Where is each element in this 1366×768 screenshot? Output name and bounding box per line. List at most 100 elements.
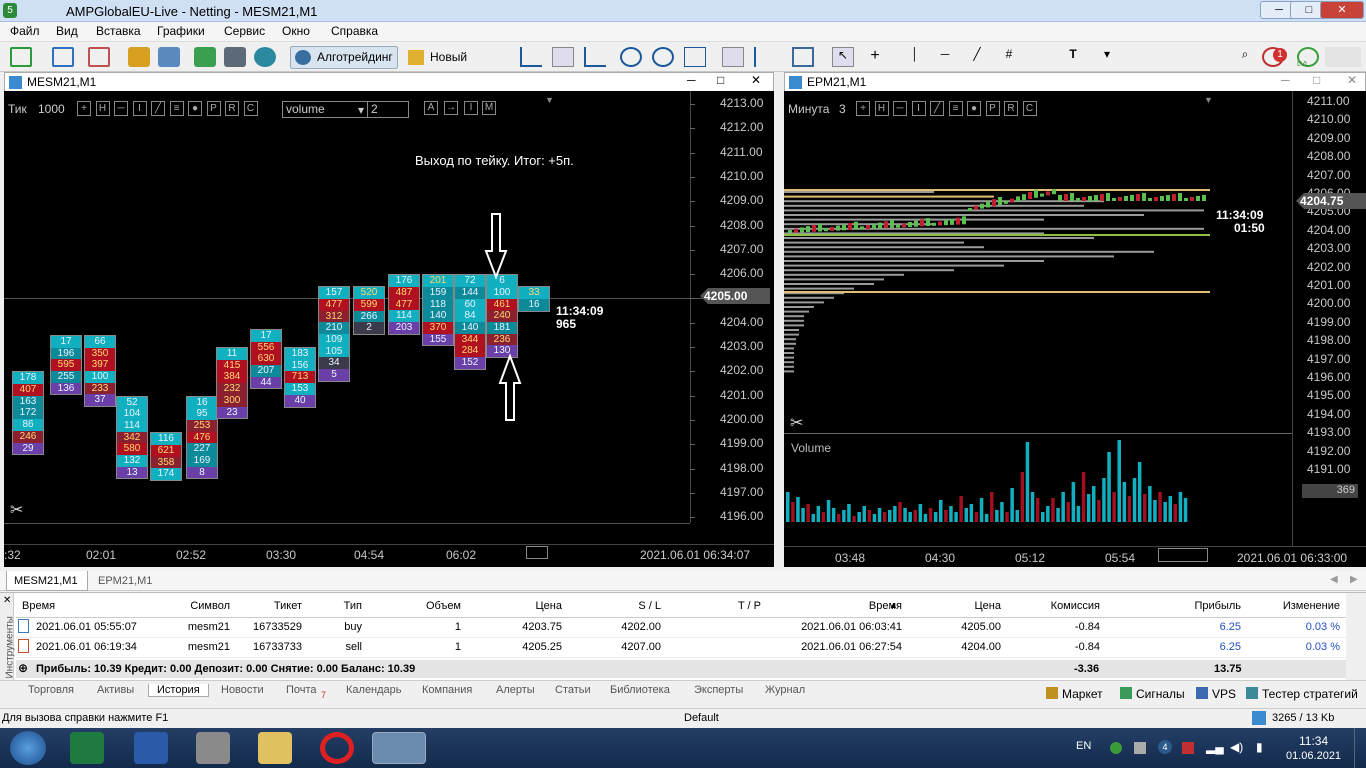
ctl-r-icon[interactable]: R: [1004, 101, 1018, 116]
menu-view[interactable]: Вид: [56, 24, 78, 38]
ctl-line-icon[interactable]: ─: [114, 101, 128, 116]
column-header[interactable]: T / P: [738, 600, 761, 612]
column-header[interactable]: S / L: [638, 600, 661, 612]
bottom-tab[interactable]: Активы: [97, 684, 134, 696]
signals-icon[interactable]: [1120, 687, 1132, 699]
time-scroll-box[interactable]: [1158, 548, 1208, 562]
ctl-plus-icon[interactable]: +: [77, 101, 91, 116]
right-chart-minimize[interactable]: ─: [1281, 73, 1290, 87]
collapse-arrow-icon[interactable]: ▼: [545, 95, 554, 105]
navigator-icon[interactable]: [158, 47, 180, 67]
security-icon[interactable]: [1110, 742, 1122, 754]
ctl-r-icon[interactable]: R: [225, 101, 239, 116]
ctl-a[interactable]: A: [424, 101, 438, 115]
show-desktop-button[interactable]: [1354, 728, 1366, 768]
bottom-tab[interactable]: История: [148, 684, 209, 697]
search-icon[interactable]: ⌕: [1234, 47, 1256, 67]
tab-epm21[interactable]: EPM21,M1: [98, 575, 152, 587]
horizontal-line-icon[interactable]: ─: [934, 47, 956, 67]
collapse-arrow-icon[interactable]: ▼: [1204, 95, 1213, 105]
autoscroll-icon[interactable]: [722, 47, 744, 67]
market-icon[interactable]: [1046, 687, 1058, 699]
left-chart-close[interactable]: ✕: [751, 73, 761, 87]
bar-chart-icon[interactable]: [520, 47, 542, 67]
bottom-tab[interactable]: Почта: [286, 684, 317, 696]
text-icon[interactable]: T: [1062, 47, 1084, 67]
equidistant-channel-icon[interactable]: #: [998, 47, 1020, 67]
column-header[interactable]: Тип: [344, 600, 362, 612]
bottom-tab[interactable]: Календарь: [346, 684, 402, 696]
battery-icon[interactable]: ▮: [1256, 740, 1263, 754]
start-button[interactable]: [10, 731, 46, 765]
bottom-tab[interactable]: Библиотека: [610, 684, 670, 696]
trendline-icon[interactable]: ╱: [966, 47, 988, 67]
tile-windows-icon[interactable]: [684, 47, 706, 67]
ctl-p-icon[interactable]: P: [985, 101, 1000, 116]
bottom-tab[interactable]: Новости: [221, 684, 264, 696]
left-chart-maximize[interactable]: □: [717, 73, 724, 87]
shapes-icon[interactable]: ▾: [1096, 47, 1118, 67]
tools-icon[interactable]: ✂: [10, 500, 23, 520]
column-header[interactable]: Изменение: [1283, 600, 1340, 612]
network-warning-icon[interactable]: [1182, 742, 1194, 754]
calculator-icon[interactable]: [196, 732, 230, 764]
left-chart[interactable]: Тик 1000 + H ─ I ╱ ≡ ● P R C volume ▾ 2 A → I M ▼ …: [4, 91, 774, 567]
word-icon[interactable]: [134, 732, 168, 764]
ctl-lines-icon[interactable]: ≡: [169, 101, 184, 116]
market-watch-icon[interactable]: [194, 47, 216, 67]
zoom-out-icon[interactable]: [652, 47, 674, 67]
bottom-right-link[interactable]: Тестер стратегий: [1262, 687, 1358, 701]
connection-icon[interactable]: [1252, 711, 1266, 725]
ctl-c-icon[interactable]: C: [1022, 101, 1037, 116]
crosshair-icon[interactable]: +: [864, 47, 886, 67]
table-scrollbar[interactable]: [1346, 593, 1366, 681]
menu-charts[interactable]: Графики: [157, 24, 205, 38]
terminal-icon[interactable]: [224, 47, 246, 67]
menu-window[interactable]: Окно: [282, 24, 310, 38]
new-chart-icon[interactable]: [10, 47, 32, 67]
network-device-icon[interactable]: [1134, 742, 1146, 754]
ctl-m[interactable]: M: [482, 101, 496, 115]
profiles-icon[interactable]: [52, 47, 74, 67]
bottom-tab[interactable]: Эксперты: [694, 684, 743, 696]
right-chart[interactable]: Минута 3 + H ─ I ╱ ≡ ● P R C ▼ 4211.00 4210.00 4209…: [784, 91, 1366, 567]
left-chart-minimize[interactable]: ─: [687, 73, 696, 87]
bottom-tab[interactable]: Статьи: [555, 684, 591, 696]
cursor-icon[interactable]: ↖: [832, 47, 854, 67]
strategy-tester-icon[interactable]: [254, 47, 276, 67]
menu-file[interactable]: Файл: [10, 24, 40, 38]
explorer-icon[interactable]: [258, 732, 292, 764]
excel-icon[interactable]: [70, 732, 104, 764]
ctl-c-icon[interactable]: C: [243, 101, 258, 116]
ctl-i[interactable]: I: [464, 101, 478, 115]
bottom-right-link[interactable]: Маркет: [1062, 687, 1103, 701]
column-header[interactable]: Символ: [190, 600, 230, 612]
metatrader-icon[interactable]: [372, 732, 426, 764]
ctl-line-icon[interactable]: ─: [893, 101, 907, 116]
ctl-dot-icon[interactable]: ●: [967, 101, 981, 116]
bottom-tab[interactable]: Журнал: [765, 684, 805, 696]
signal-icon[interactable]: ▂▄: [1206, 740, 1224, 754]
volume-dropdown[interactable]: volume ▾: [282, 101, 368, 118]
column-header[interactable]: Цена: [536, 600, 562, 612]
candlestick-icon[interactable]: [552, 47, 574, 67]
ctl-lines-icon[interactable]: ≡: [948, 101, 963, 116]
column-header[interactable]: Прибыль: [1194, 600, 1241, 612]
tab-mesm21[interactable]: MESM21,M1: [6, 571, 88, 591]
ctl-i-beam-icon[interactable]: I: [911, 101, 926, 116]
ctl-ray-icon[interactable]: ╱: [930, 101, 944, 116]
bottom-tab[interactable]: Торговля: [28, 684, 74, 696]
bottom-tab[interactable]: Алерты: [496, 684, 535, 696]
ctl-dot-icon[interactable]: ●: [188, 101, 202, 116]
volume-icon[interactable]: ◀): [1230, 740, 1243, 754]
bottom-right-link[interactable]: VPS: [1212, 687, 1236, 701]
data-window-icon[interactable]: [128, 47, 150, 67]
opera-icon[interactable]: [320, 732, 354, 764]
algotrading-button[interactable]: Алготрейдинг: [290, 46, 398, 69]
tools-icon[interactable]: ✂: [790, 413, 803, 433]
right-chart-close[interactable]: ✕: [1347, 73, 1357, 87]
vps-icon[interactable]: [1196, 687, 1208, 699]
column-header[interactable]: Цена: [975, 600, 1001, 612]
menu-help[interactable]: Справка: [331, 24, 378, 38]
ctl-h-icon[interactable]: H: [95, 101, 110, 116]
